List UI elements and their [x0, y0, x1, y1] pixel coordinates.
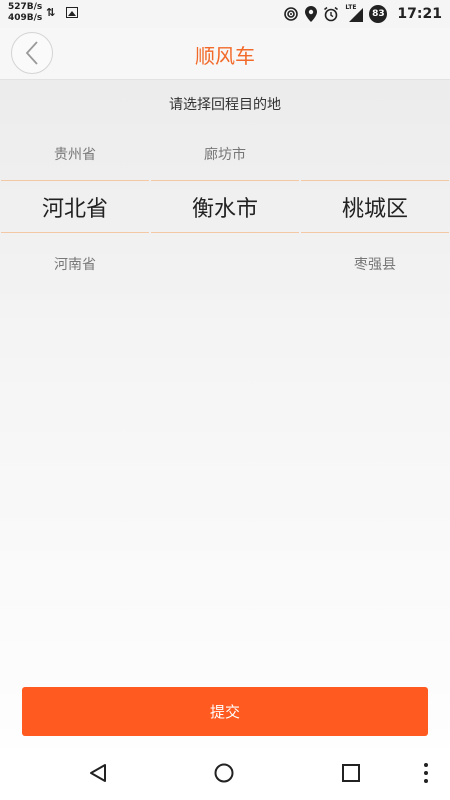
- system-nav-bar: [0, 748, 450, 800]
- alarm-icon: [324, 6, 339, 22]
- province-column[interactable]: 贵州省 河北省 河南省: [1, 130, 149, 300]
- submit-button[interactable]: 提交: [22, 687, 428, 736]
- battery-level: 83: [372, 9, 385, 19]
- city-column[interactable]: 廊坊市 衡水市: [151, 130, 299, 300]
- net-up-speed: 527B/s: [8, 2, 43, 12]
- city-option-above[interactable]: 廊坊市: [151, 144, 299, 164]
- province-selected[interactable]: 河北省: [1, 180, 149, 233]
- clock: 17:21: [397, 6, 442, 22]
- district-column[interactable]: 桃城区 枣强县: [301, 130, 449, 300]
- back-triangle-icon[interactable]: [87, 762, 109, 784]
- location-icon: [305, 6, 318, 22]
- region-picker[interactable]: 贵州省 河北省 河南省 廊坊市 衡水市 桃城区 枣强县: [0, 130, 450, 300]
- status-bar: 527B/s 409B/s ⇅ LTE 83 17:21: [0, 0, 450, 28]
- network-speed: 527B/s 409B/s: [8, 2, 42, 24]
- destination-prompt: 请选择回程目的地: [169, 97, 281, 113]
- net-down-speed: 409B/s: [8, 13, 43, 23]
- more-vert-icon[interactable]: [422, 762, 430, 784]
- image-notification-icon: [66, 7, 78, 18]
- data-transfer-icon: ⇅: [46, 6, 56, 19]
- page-title: 顺风车: [195, 44, 255, 68]
- hotspot-icon: [284, 7, 299, 21]
- status-icons: LTE 83 17:21: [283, 0, 442, 28]
- home-circle-icon[interactable]: [213, 762, 235, 784]
- lte-signal-icon: LTE: [345, 4, 364, 22]
- city-selected[interactable]: 衡水市: [151, 180, 299, 233]
- district-option-below[interactable]: 枣强县: [301, 254, 449, 274]
- battery-indicator: 83: [369, 5, 388, 23]
- province-option-below[interactable]: 河南省: [1, 254, 149, 274]
- recents-square-icon[interactable]: [341, 763, 361, 783]
- province-option-above[interactable]: 贵州省: [1, 144, 149, 164]
- app-header: 顺风车: [0, 28, 450, 80]
- district-selected[interactable]: 桃城区: [301, 180, 449, 233]
